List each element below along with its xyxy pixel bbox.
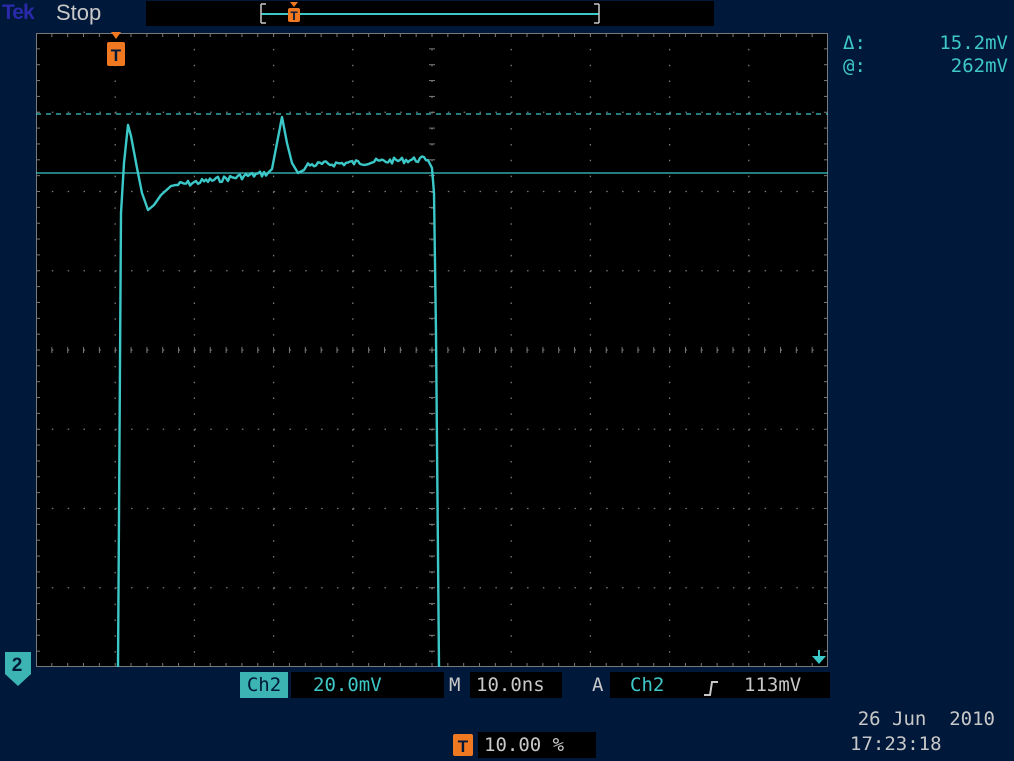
channel-2-marker-label: 2 [12,655,23,676]
channel-2-label[interactable]: Ch2 [240,672,288,698]
timebase-label: M [449,674,461,696]
record-length-bar[interactable]: T [146,1,714,26]
delta-row: Δ: 15.2mV [843,32,1008,55]
trigger-source: Ch2 [630,674,665,696]
trigger-level-arrow-icon [810,650,828,666]
trigger-mode: A [592,674,604,696]
tek-logo: Tek [2,1,35,24]
trigger-position-letter: T [458,737,469,756]
cursor-readout: Δ: 15.2mV @: 262mV [843,32,1008,78]
trigger-level: 113mV [744,674,802,696]
channel-2-ground-marker[interactable]: 2 [3,650,33,688]
acquisition-status: Stop [56,0,102,25]
rising-edge-icon [702,677,720,696]
trigger-settings[interactable]: Ch2 113mV [610,672,830,698]
vertical-scale[interactable]: 20.0mV [291,672,444,698]
at-row: @: 262mV [843,55,1008,78]
time: 17:23:18 [850,733,942,755]
delta-symbol: Δ: [843,32,866,54]
record-window-graphic [260,3,600,24]
trigger-position-value[interactable]: 10.00 % [478,732,596,758]
record-trigger-letter: T [290,9,298,23]
waveform-display[interactable] [35,32,829,668]
trigger-position-marker[interactable]: T [106,30,126,68]
date: 26 Jun 2010 [857,708,995,730]
trigger-letter-icon: T [111,46,122,65]
timebase-value[interactable]: 10.0ns [470,672,562,698]
channel-2-waveform [116,115,441,668]
graticule [35,32,829,668]
at-symbol: @: [843,55,866,77]
record-trigger-marker: T [287,2,301,24]
at-value: 262mV [950,55,1008,77]
delta-value: 15.2mV [939,32,1008,54]
trigger-position-icon: T [452,733,474,757]
date-time: 26 Jun 2010 17:23:18 [850,707,995,757]
